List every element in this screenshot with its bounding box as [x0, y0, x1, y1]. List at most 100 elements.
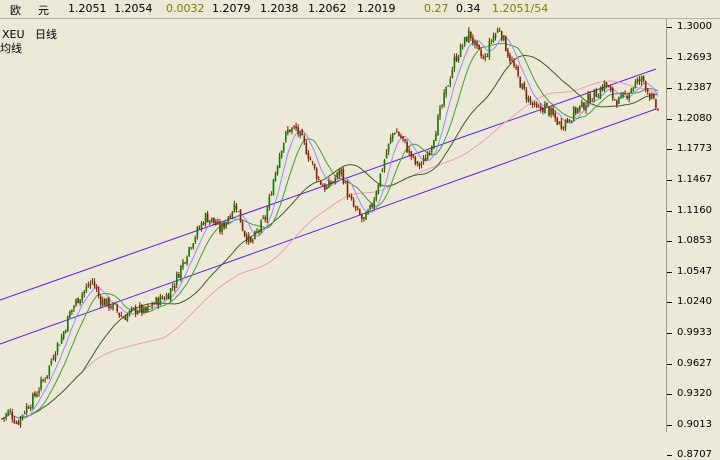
price-tick-label: 0.9933 [677, 327, 712, 338]
candle-body [40, 379, 42, 389]
price-tick-label: 1.2693 [677, 51, 712, 63]
candle-body [260, 220, 262, 233]
candle-body [408, 149, 410, 153]
candle-body [116, 304, 118, 312]
candle-body [648, 93, 651, 100]
price-axis: 1.3000 1.2693 1.2387 1.2080 1.1773 1.1467 1.11… [667, 19, 720, 460]
bid-price: 1.2051 [68, 2, 107, 15]
candle-body [175, 273, 178, 285]
candle-body [221, 223, 223, 232]
candle-body [585, 105, 587, 111]
candle-body [422, 157, 425, 162]
candle-body [99, 296, 102, 305]
candle-body [420, 163, 423, 165]
candle-body [359, 209, 361, 215]
candle-body [151, 304, 153, 307]
candle-body [315, 168, 318, 179]
candle-body [328, 180, 330, 188]
candle-body [27, 406, 30, 409]
candle-body [324, 184, 326, 191]
candle-body [161, 297, 164, 299]
candle-body [426, 153, 429, 160]
last-price: 1.2051/54 [492, 2, 549, 15]
candle-body [445, 86, 447, 95]
candle-body [231, 211, 234, 217]
candle-body [350, 196, 353, 200]
candle-body [531, 103, 534, 106]
candle-body [3, 417, 5, 419]
candle-body [280, 150, 283, 157]
candle-body [233, 203, 236, 213]
candle-body [60, 336, 63, 344]
candle-body [367, 210, 369, 214]
ma-slow-line [1, 54, 659, 420]
candle-body [138, 305, 141, 311]
price-tick-mark [667, 333, 672, 334]
candle-body [523, 83, 526, 89]
candle-body [58, 344, 61, 346]
candle-body [607, 86, 610, 88]
candle-body [17, 421, 20, 425]
candle-body [239, 209, 242, 223]
price-tick-label: 1.3000 [677, 21, 712, 32]
candle-body [250, 237, 252, 242]
quote-bar: 欧 元 1.2051 1.2054 0.0032 1.2079 1.2038 1… [0, 0, 720, 19]
candle-body [424, 157, 427, 162]
candle-body [363, 217, 365, 219]
candle-body [381, 169, 384, 172]
candle-body [572, 107, 575, 121]
candle-body [414, 156, 417, 164]
candle-body [202, 222, 205, 225]
candle-body [400, 135, 402, 138]
candle-body [494, 33, 497, 38]
chart-area[interactable]: XEU 日线 均线 [0, 19, 667, 432]
candle-body [13, 419, 16, 424]
candle-body [208, 220, 211, 223]
candle-body [334, 178, 336, 182]
price-tick-label: 1.1160 [677, 204, 712, 216]
indicator-label: 均线 [0, 42, 22, 55]
price-tick-label: 1.0240 [677, 296, 712, 308]
candle-body [453, 56, 456, 69]
candle-body [373, 199, 376, 209]
candle-body [570, 120, 573, 123]
candle-body [644, 81, 647, 90]
candle-body [583, 102, 585, 110]
candle-body [173, 285, 176, 289]
candle-body [301, 129, 304, 136]
candle-body [118, 312, 121, 316]
candle-body [628, 93, 631, 99]
ma-long-line [1, 80, 659, 420]
price-chart[interactable] [0, 19, 666, 432]
candle-body [52, 358, 55, 360]
candle-body [393, 133, 396, 135]
candle-body [338, 170, 341, 176]
candle-body [402, 136, 404, 140]
candle-body [186, 257, 188, 264]
candle-body [595, 90, 598, 97]
candle-body [636, 78, 639, 83]
candle-body [609, 86, 612, 90]
channel-lower-line [0, 108, 657, 345]
candle-body [241, 222, 244, 231]
candle-body [54, 353, 57, 360]
candle-body [599, 88, 602, 99]
candle-body [153, 303, 155, 305]
candle-body [657, 109, 659, 111]
candle-body [603, 81, 606, 91]
candle-body [439, 107, 441, 117]
candle-body [519, 77, 522, 88]
price-tick-mark [667, 302, 672, 304]
candle-body [614, 99, 616, 101]
candle-body [437, 116, 439, 136]
candle-body [527, 97, 530, 102]
candle-body [93, 281, 96, 287]
candle-body [1, 418, 3, 420]
candle-body [449, 79, 452, 85]
candle-body [282, 142, 285, 151]
candle-body [507, 49, 509, 57]
candle-body [36, 394, 38, 397]
low-price: 1.2038 [260, 2, 299, 15]
candle-body [455, 56, 458, 62]
candle-body [120, 315, 123, 317]
